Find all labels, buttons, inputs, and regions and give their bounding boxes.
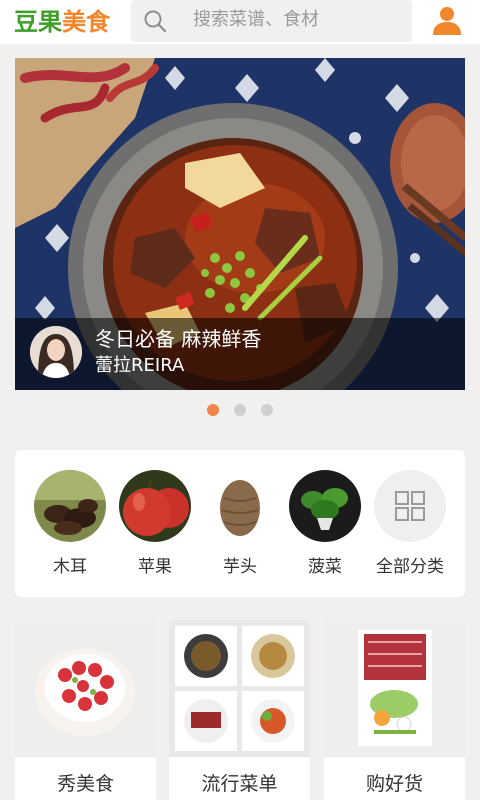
logo-text-green: 豆果	[14, 8, 62, 36]
logo-text-orange: 美食	[62, 8, 110, 36]
search-bar[interactable]: 搜索菜谱、食材	[131, 0, 412, 42]
carousel-indicator	[0, 402, 480, 416]
app-logo[interactable]: 豆果美食	[14, 6, 110, 38]
taro-image	[204, 470, 276, 542]
banner-author[interactable]: 蕾拉REIRA	[95, 354, 184, 378]
carousel-dot[interactable]	[207, 404, 219, 416]
category-item-spinach[interactable]: 菠菜	[288, 470, 362, 578]
category-label: 苹果	[138, 557, 172, 577]
category-label: 芋头	[223, 557, 257, 577]
popular-menu-image	[169, 620, 310, 757]
carousel-dot[interactable]	[234, 404, 246, 416]
top-bar: 豆果美食 搜索菜谱、食材	[0, 0, 480, 44]
show-food-image	[15, 620, 156, 757]
card-popular-menu[interactable]: 流行菜单	[169, 620, 310, 800]
spinach-image	[289, 470, 361, 542]
muer-image	[34, 470, 106, 542]
category-item-muer[interactable]: 木耳	[33, 470, 107, 578]
category-item-taro[interactable]: 芋头	[203, 470, 277, 578]
card-title: 秀美食	[56, 773, 114, 795]
search-icon	[144, 10, 167, 33]
hero-banner[interactable]: 冬日必备 麻辣鲜香 蕾拉REIRA	[15, 58, 465, 390]
all-category-circle	[374, 470, 446, 542]
card-buy-goods[interactable]: 购好货	[324, 620, 465, 800]
grid-icon	[395, 491, 425, 521]
buy-goods-image	[324, 620, 465, 757]
user-icon[interactable]	[431, 4, 463, 36]
category-item-all[interactable]: 全部分类	[373, 470, 447, 578]
category-label: 菠菜	[308, 557, 342, 577]
banner-title: 冬日必备 麻辣鲜香	[95, 327, 262, 351]
banner-caption: 冬日必备 麻辣鲜香 蕾拉REIRA	[15, 318, 465, 390]
category-label: 全部分类	[376, 557, 444, 577]
apple-image	[119, 470, 191, 542]
category-label: 木耳	[53, 557, 87, 577]
category-panel: 木耳 苹果 芋头 菠菜 全部分类	[15, 450, 465, 597]
carousel-dot[interactable]	[261, 404, 273, 416]
card-show-food[interactable]: 秀美食	[15, 620, 156, 800]
search-placeholder: 搜索菜谱、食材	[193, 9, 319, 30]
author-avatar[interactable]	[30, 326, 82, 378]
card-title: 流行菜单	[201, 773, 278, 795]
category-item-apple[interactable]: 苹果	[118, 470, 192, 578]
card-title: 购好货	[365, 773, 423, 795]
